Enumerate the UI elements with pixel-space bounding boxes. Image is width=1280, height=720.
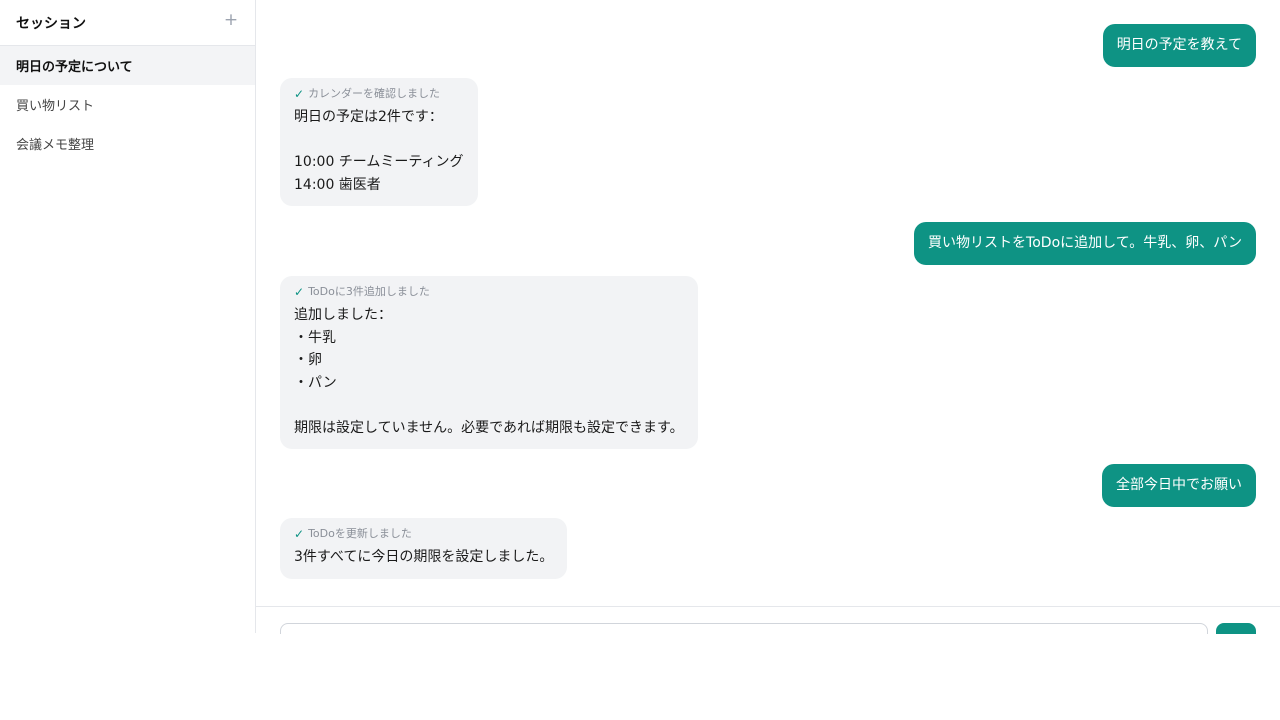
new-session-button[interactable]: + <box>223 10 239 30</box>
session-item-tomorrow-schedule[interactable]: 明日の予定について <box>0 46 255 85</box>
send-button[interactable] <box>1216 623 1256 634</box>
user-message: 全部今日中でお願い <box>1102 464 1256 507</box>
plus-icon: + <box>223 10 239 30</box>
message-text: 3件すべてに今日の期限を設定しました。 <box>294 549 554 565</box>
tool-status: ✓ カレンダーを確認しました <box>294 87 464 101</box>
chat-app: セッション + 明日の予定について 買い物リスト 会議メモ整理 明日の予定を教え… <box>0 0 1280 634</box>
message-input[interactable] <box>280 623 1208 634</box>
check-icon: ✓ <box>294 87 305 101</box>
message-text: 明日の予定を教えて <box>1116 37 1242 53</box>
sidebar-title: セッション <box>16 15 86 32</box>
tool-status-label: カレンダーを確認しました <box>308 87 441 100</box>
message-text: 全部今日中でお願い <box>1116 477 1242 493</box>
session-item-meeting-notes[interactable]: 会議メモ整理 <box>0 124 255 163</box>
tool-status-label: ToDoに3件追加しました <box>308 285 430 298</box>
session-item-label: 明日の予定について <box>16 60 133 75</box>
tool-status: ✓ ToDoに3件追加しました <box>294 285 684 299</box>
user-message: 買い物リストをToDoに追加して。牛乳、卵、パン <box>914 222 1256 265</box>
sidebar-header: セッション + <box>0 0 255 46</box>
session-item-shopping-list[interactable]: 買い物リスト <box>0 85 255 124</box>
message-text: 追加しました： ・牛乳 ・卵 ・パン 期限は設定していません。必要であれば期限も… <box>294 307 684 436</box>
composer-clip <box>256 607 1280 634</box>
session-item-label: 会議メモ整理 <box>16 138 95 153</box>
assistant-message: ✓ カレンダーを確認しました 明日の予定は2件です： 10:00 チームミーティ… <box>280 78 478 206</box>
message-text: 買い物リストをToDoに追加して。牛乳、卵、パン <box>928 235 1242 251</box>
session-item-label: 買い物リスト <box>16 99 95 114</box>
sidebar: セッション + 明日の予定について 買い物リスト 会議メモ整理 <box>0 0 256 633</box>
user-message: 明日の予定を教えて <box>1102 24 1256 67</box>
tool-status: ✓ ToDoを更新しました <box>294 527 553 541</box>
assistant-message: ✓ ToDoに3件追加しました 追加しました： ・牛乳 ・卵 ・パン 期限は設定… <box>280 276 698 449</box>
message-list: 明日の予定を教えて ✓ カレンダーを確認しました 明日の予定は2件です： 10:… <box>280 0 1256 606</box>
assistant-message: ✓ ToDoを更新しました 3件すべてに今日の期限を設定しました。 <box>280 518 568 579</box>
composer <box>256 606 1280 634</box>
tool-status-label: ToDoを更新しました <box>308 527 412 540</box>
check-icon: ✓ <box>294 285 305 299</box>
message-text: 明日の予定は2件です： 10:00 チームミーティング 14:00 歯医者 <box>294 109 464 193</box>
chat-main: 明日の予定を教えて ✓ カレンダーを確認しました 明日の予定は2件です： 10:… <box>256 0 1280 634</box>
check-icon: ✓ <box>294 527 305 541</box>
